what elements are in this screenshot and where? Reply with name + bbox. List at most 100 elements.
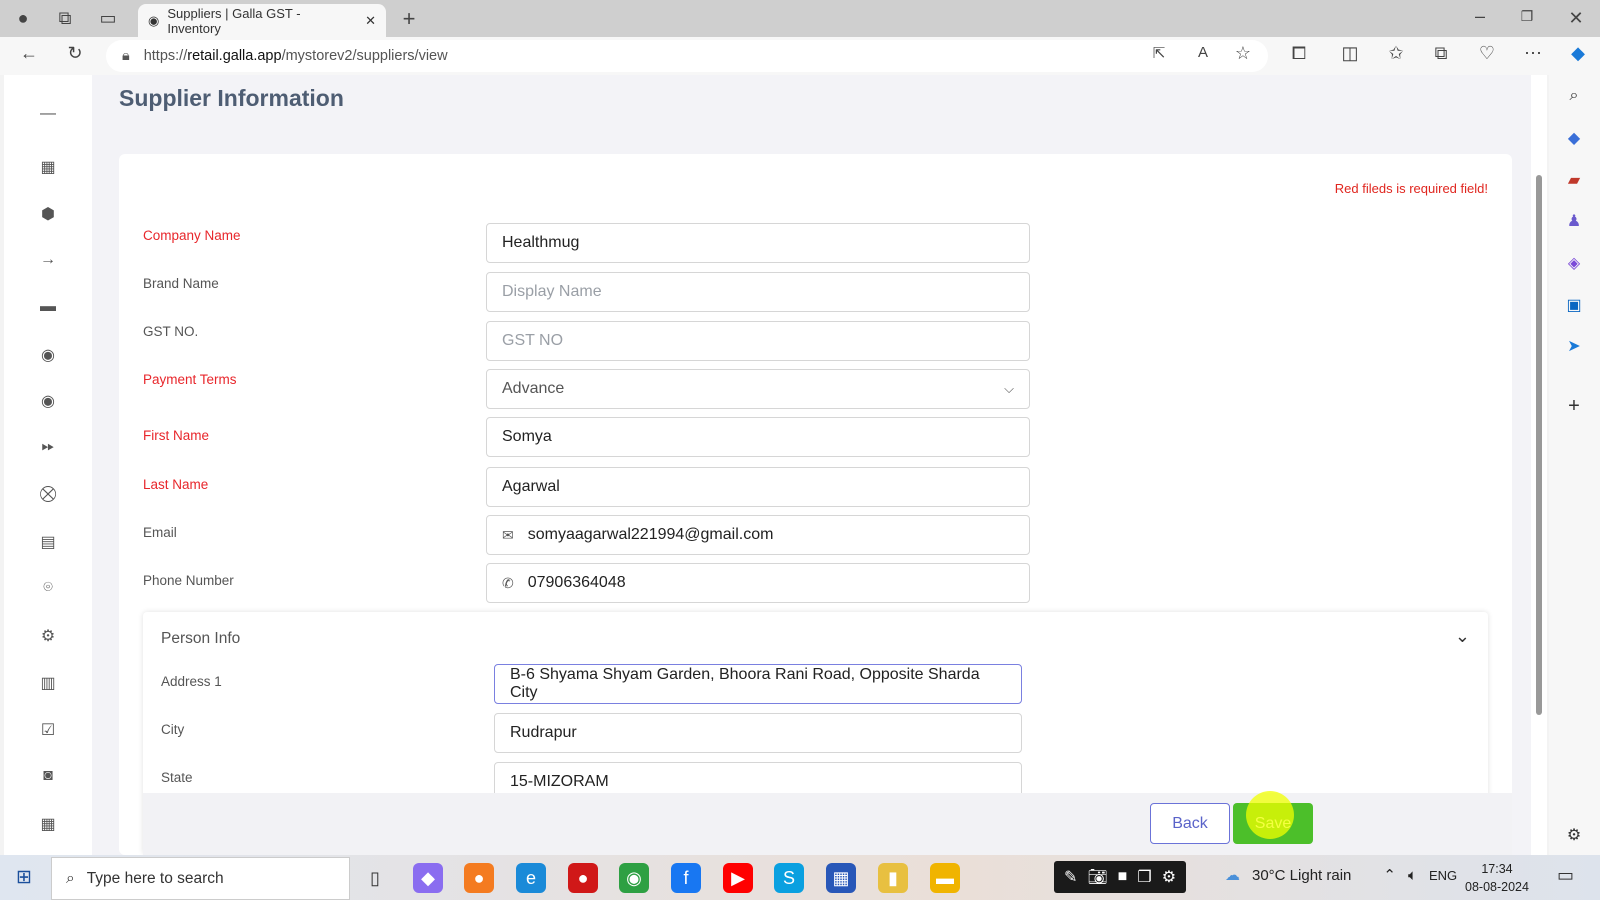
person-info-title[interactable]: Person Info bbox=[161, 630, 240, 648]
email-input[interactable]: ✉ somyaagarwal221994@gmail.com bbox=[486, 515, 1030, 555]
more-icon[interactable]: ⋯ bbox=[1520, 43, 1546, 64]
menu-collapse-icon[interactable]: — bbox=[38, 105, 58, 125]
clock[interactable]: 17:34 08-08-2024 bbox=[1465, 860, 1529, 896]
weather-text[interactable]: 30°C Light rain bbox=[1252, 867, 1351, 884]
brand-name-input[interactable]: Display Name bbox=[486, 272, 1030, 312]
shopping-tag-icon[interactable]: ◆ bbox=[1563, 128, 1585, 150]
tab-actions-icon[interactable]: ▭ bbox=[95, 8, 121, 29]
games-icon[interactable]: ♟ bbox=[1563, 211, 1585, 233]
capture-settings-icon[interactable]: ⚙ bbox=[1162, 867, 1176, 887]
file-explorer-icon[interactable]: ▬ bbox=[930, 863, 960, 893]
search-icon[interactable]: ⌕ bbox=[1563, 87, 1585, 109]
settings-gear-icon[interactable]: ⚙ bbox=[38, 626, 58, 646]
calendar-icon[interactable]: ▦ bbox=[38, 814, 58, 834]
minimize-icon[interactable]: – bbox=[1467, 6, 1493, 27]
date: 08-08-2024 bbox=[1465, 880, 1529, 894]
back-nav-icon[interactable]: ← bbox=[16, 43, 42, 64]
edge-icon[interactable]: e bbox=[516, 863, 546, 893]
youtube-icon[interactable]: ▶ bbox=[723, 863, 753, 893]
task-view-icon[interactable]: ▯ bbox=[360, 863, 390, 893]
add-icon[interactable]: + bbox=[1563, 395, 1585, 417]
browser-tab[interactable]: ◉ Suppliers | Galla GST - Inventory ✕ bbox=[138, 4, 386, 37]
weather-icon[interactable]: ☁ bbox=[1225, 866, 1240, 884]
system-tray: ☁ 30°C Light rain ⌃ 🔈︎ ENG bbox=[1225, 866, 1457, 885]
address1-input[interactable]: B-6 Shyama Shyam Garden, Bhoora Rani Roa… bbox=[494, 664, 1022, 704]
supplier-user-icon[interactable]: ◉ bbox=[38, 391, 58, 411]
first-name-input[interactable]: Somya bbox=[486, 417, 1030, 457]
gst-no-input[interactable]: GST NO bbox=[486, 321, 1030, 361]
url-bar[interactable]: 🔒︎ https://retail.galla.app/mystorev2/sup… bbox=[106, 40, 1268, 72]
phone-input[interactable]: ✆ 07906364048 bbox=[486, 563, 1030, 603]
last-name-input[interactable]: Agarwal bbox=[486, 467, 1030, 507]
m365-icon[interactable]: ◈ bbox=[1563, 253, 1585, 275]
restore-icon[interactable]: ❐ bbox=[1514, 8, 1540, 25]
main-content: Supplier Information Red fileds is requi… bbox=[92, 75, 1531, 855]
form-footer: Back Save bbox=[143, 791, 1512, 855]
open-app-icon[interactable]: ⇱ bbox=[1146, 44, 1172, 62]
pin-icon[interactable]: ✎ bbox=[1064, 867, 1077, 887]
read-aloud-icon[interactable]: A bbox=[1190, 44, 1216, 61]
discount-ticket-icon[interactable]: ▬ bbox=[38, 298, 58, 318]
basket-icon[interactable]: ⛒ bbox=[38, 486, 58, 506]
app-sidebar: — ▦ ⬢ → ▬ ◉ ◉ ⏩︎ ⛒ ▤ ⌾ ⚙ ▥ ☑ ◙ ▦ bbox=[4, 75, 92, 855]
record-icon[interactable]: ● bbox=[568, 863, 598, 893]
browser-essentials-icon[interactable]: ♡ bbox=[1474, 43, 1500, 64]
chevron-down-icon[interactable]: ⌄ bbox=[1455, 626, 1470, 647]
report-file-icon[interactable]: ▥ bbox=[38, 673, 58, 693]
inventory-box-icon[interactable]: ⬢ bbox=[38, 204, 58, 224]
outlook-icon[interactable]: ▣ bbox=[1563, 295, 1585, 317]
scrollbar-thumb[interactable] bbox=[1536, 175, 1542, 715]
workspaces-icon[interactable]: ⧉ bbox=[52, 8, 78, 29]
tools-icon[interactable]: ▰ bbox=[1563, 170, 1585, 192]
location-pin-icon[interactable]: ⌾ bbox=[38, 579, 58, 599]
skype-icon[interactable]: S bbox=[774, 863, 804, 893]
company-name-input[interactable]: Healthmug bbox=[486, 223, 1030, 263]
extensions-icon[interactable]: ⧠ bbox=[1286, 43, 1312, 64]
back-button[interactable]: Back bbox=[1150, 803, 1230, 844]
notifications-icon[interactable]: ▭ bbox=[1557, 865, 1574, 886]
collections-icon[interactable]: ⧉ bbox=[1428, 43, 1454, 64]
screenshot-icon[interactable]: 📷︎ bbox=[1087, 867, 1107, 887]
facebook-icon[interactable]: f bbox=[671, 863, 701, 893]
contacts-book-icon[interactable]: ▤ bbox=[38, 532, 58, 552]
close-window-icon[interactable]: ✕ bbox=[1563, 8, 1589, 29]
close-tab-icon[interactable]: ✕ bbox=[365, 13, 376, 29]
sidebar-settings-icon[interactable]: ⚙ bbox=[1563, 825, 1585, 847]
arrow-right-icon[interactable]: → bbox=[38, 251, 58, 271]
payment-terms-select[interactable]: Advance ⌵ bbox=[486, 369, 1030, 409]
send-icon[interactable]: ➤ bbox=[1563, 336, 1585, 358]
firefox-icon[interactable]: ● bbox=[464, 863, 494, 893]
page-title: Supplier Information bbox=[119, 85, 344, 111]
favorite-star-icon[interactable]: ☆ bbox=[1230, 43, 1256, 64]
dashboard-icon[interactable]: ▦ bbox=[38, 157, 58, 177]
checkbox-icon[interactable]: ☑ bbox=[38, 720, 58, 740]
store-icon[interactable]: ▦ bbox=[826, 863, 856, 893]
profile-icon[interactable]: ● bbox=[10, 8, 36, 29]
brand-name-label: Brand Name bbox=[143, 276, 219, 291]
new-tab-icon[interactable]: + bbox=[396, 6, 422, 32]
taskbar-search[interactable]: ⌕ Type here to search bbox=[51, 857, 350, 900]
first-name-label: First Name bbox=[143, 428, 210, 443]
split-screen-icon[interactable]: ◫ bbox=[1337, 43, 1363, 64]
refresh-icon[interactable]: ↻ bbox=[62, 43, 88, 64]
email-value: somyaagarwal221994@gmail.com bbox=[527, 526, 774, 543]
camera-icon[interactable]: ◙ bbox=[38, 767, 58, 787]
copilot-icon[interactable]: ◆ bbox=[1565, 43, 1591, 64]
language-indicator[interactable]: ENG bbox=[1429, 868, 1457, 883]
windows-start-icon[interactable]: ⊞ bbox=[16, 866, 32, 889]
favorites-icon[interactable]: ✩ bbox=[1383, 43, 1409, 64]
city-input[interactable]: Rudrapur bbox=[494, 713, 1022, 753]
email-label: Email bbox=[143, 525, 177, 540]
user-circle-icon[interactable]: ◉ bbox=[38, 345, 58, 365]
copilot-app-icon[interactable]: ◆ bbox=[413, 863, 443, 893]
tray-chevron-icon[interactable]: ⌃ bbox=[1383, 866, 1396, 884]
forward-icon[interactable]: ⏩︎ bbox=[38, 438, 58, 458]
mail-icon: ✉ bbox=[502, 526, 514, 543]
chrome-icon[interactable]: ◉ bbox=[619, 863, 649, 893]
page-scrollbar[interactable] bbox=[1531, 75, 1547, 855]
video-icon[interactable]: ■ bbox=[1118, 868, 1128, 886]
gst-no-label: GST NO. bbox=[143, 324, 199, 339]
window-icon[interactable]: ❐ bbox=[1137, 867, 1151, 887]
app-icon[interactable]: ▮ bbox=[878, 863, 908, 893]
volume-icon[interactable]: 🔈︎ bbox=[1408, 867, 1417, 884]
